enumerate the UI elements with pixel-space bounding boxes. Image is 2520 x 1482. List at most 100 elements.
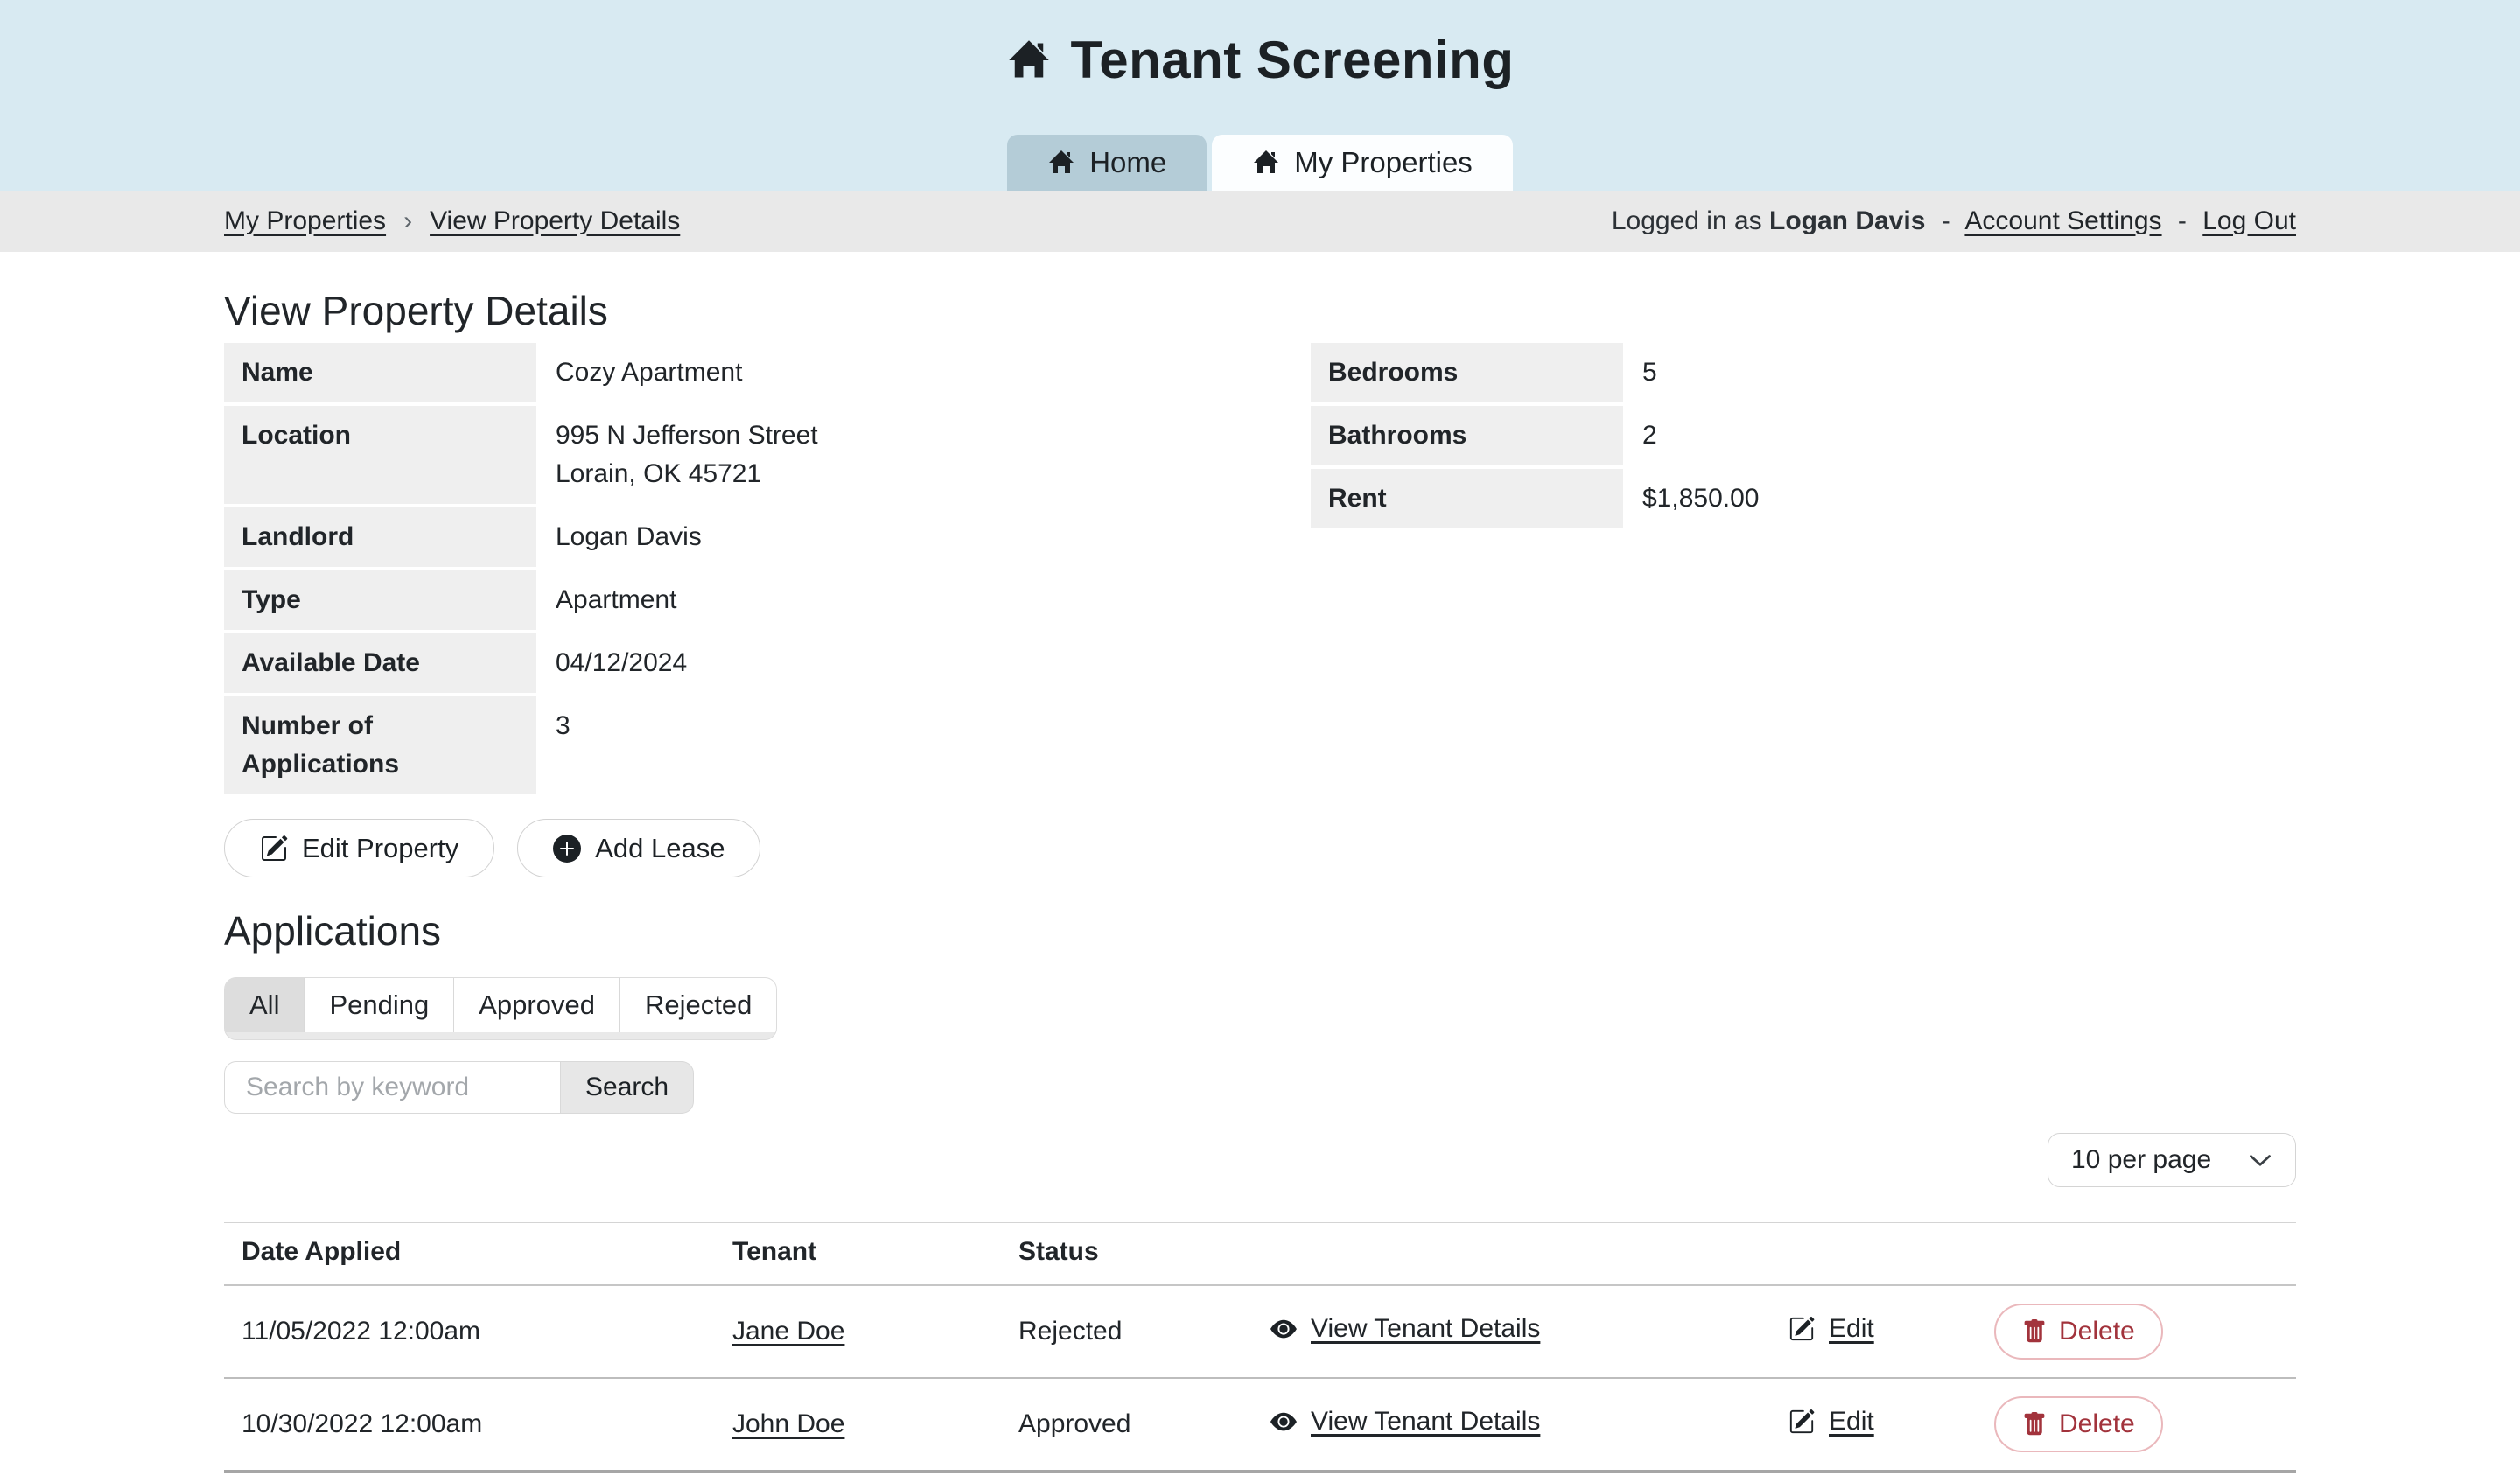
status-filter-group: All Pending Approved Rejected	[224, 977, 777, 1040]
detail-label: Number of Applications	[224, 696, 536, 794]
detail-label: Landlord	[224, 507, 536, 567]
detail-value: Logan Davis	[536, 507, 702, 567]
detail-label: Name	[224, 343, 536, 402]
eye-icon	[1270, 1409, 1297, 1435]
status-text: Rejected	[1018, 1285, 1270, 1378]
pencil-square-icon	[260, 835, 288, 863]
per-page-row: 10 per page	[224, 1133, 2296, 1187]
detail-value: 2	[1623, 406, 1657, 465]
edit-link[interactable]: Edit	[1788, 1407, 1874, 1437]
detail-row: Location 995 N Jefferson Street Lorain, …	[224, 406, 1260, 504]
applications-table: Date Applied Tenant Status 11/05/2022 12…	[224, 1222, 2296, 1482]
house-icon	[1006, 38, 1052, 83]
tenant-link[interactable]: John Doe	[732, 1409, 844, 1438]
detail-value: $1,850.00	[1623, 469, 1759, 528]
breadcrumb-my-properties[interactable]: My Properties	[224, 206, 386, 235]
detail-value: 5	[1623, 343, 1657, 402]
column-status: Status	[1018, 1223, 1270, 1286]
logged-in-text: Logged in as	[1612, 206, 1762, 235]
user-name: Logan Davis	[1769, 206, 1925, 235]
search-button[interactable]: Search	[561, 1061, 694, 1114]
tab-my-properties[interactable]: My Properties	[1212, 135, 1513, 191]
app-header: Tenant Screening Home My Properties	[0, 0, 2520, 191]
detail-label: Location	[224, 406, 536, 504]
edit-link[interactable]: Edit	[1788, 1314, 1874, 1344]
view-tenant-details-link[interactable]: View Tenant Details	[1270, 1314, 1540, 1344]
house-icon	[1047, 149, 1075, 177]
dash: -	[2178, 206, 2187, 235]
table-header-row: Date Applied Tenant Status	[224, 1223, 2296, 1286]
filter-rejected[interactable]: Rejected	[620, 978, 776, 1032]
log-out-link[interactable]: Log Out	[2202, 206, 2296, 235]
property-details-left: Name Cozy Apartment Location 995 N Jeffe…	[224, 343, 1260, 798]
tab-label: Home	[1089, 146, 1166, 179]
property-details: Name Cozy Apartment Location 995 N Jeffe…	[224, 343, 2296, 798]
filter-all[interactable]: All	[225, 978, 304, 1032]
detail-label: Bedrooms	[1311, 343, 1623, 402]
detail-row: Landlord Logan Davis	[224, 507, 1260, 567]
tenant-link[interactable]: Jane Doe	[732, 1317, 844, 1346]
plus-circle-icon	[553, 835, 581, 863]
account-area: Logged in as Logan Davis - Account Setti…	[1612, 206, 2296, 236]
dash: -	[1942, 206, 1950, 235]
eye-icon	[1270, 1316, 1297, 1342]
property-actions: Edit Property Add Lease	[224, 819, 2296, 877]
filter-pending[interactable]: Pending	[304, 978, 453, 1032]
detail-value: 995 N Jefferson Street Lorain, OK 45721	[536, 406, 818, 504]
detail-row: Available Date 04/12/2024	[224, 633, 1260, 693]
column-actions	[1270, 1223, 1788, 1286]
date-applied-cell: 10/15/2022 12:00am	[224, 1472, 732, 1482]
delete-button[interactable]: Delete	[1994, 1304, 2163, 1360]
house-icon	[1252, 149, 1280, 177]
status-text: Pending	[1018, 1472, 1270, 1482]
per-page-value: 10 per page	[2071, 1145, 2211, 1175]
main-tabs: Home My Properties	[1007, 135, 1513, 191]
view-tenant-details-link[interactable]: View Tenant Details	[1270, 1407, 1540, 1437]
detail-value: Apartment	[536, 570, 676, 630]
edit-property-button[interactable]: Edit Property	[224, 819, 494, 877]
detail-label: Rent	[1311, 469, 1623, 528]
detail-row: Name Cozy Apartment	[224, 343, 1260, 402]
account-settings-link[interactable]: Account Settings	[1964, 206, 2161, 235]
chevron-down-icon	[2248, 1148, 2272, 1172]
pencil-square-icon	[1788, 1409, 1815, 1435]
date-applied-cell: 11/05/2022 12:00am	[224, 1285, 732, 1378]
detail-row: Bathrooms 2	[1311, 406, 2296, 465]
trash-icon	[2022, 1319, 2047, 1344]
breadcrumb-view-property-details[interactable]: View Property Details	[430, 206, 680, 235]
page-title: Tenant Screening	[1006, 30, 1515, 90]
address-line-2: Lorain, OK 45721	[556, 455, 818, 493]
column-actions	[1788, 1223, 1994, 1286]
edit-label: Edit	[1829, 1314, 1874, 1344]
column-actions	[1994, 1223, 2296, 1286]
column-tenant: Tenant	[732, 1223, 1018, 1286]
view-tenant-details-label: View Tenant Details	[1311, 1407, 1540, 1437]
per-page-select[interactable]: 10 per page	[2048, 1133, 2296, 1187]
breadcrumb-separator: ›	[403, 206, 412, 235]
breadcrumb: My Properties › View Property Details	[224, 206, 680, 236]
search-row: Search	[224, 1061, 2296, 1114]
tab-home[interactable]: Home	[1007, 135, 1207, 191]
delete-button[interactable]: Delete	[1994, 1396, 2163, 1452]
detail-row: Number of Applications 3	[224, 696, 1260, 794]
view-property-details-heading: View Property Details	[224, 289, 2296, 332]
column-date-applied: Date Applied	[224, 1223, 732, 1286]
topbar: My Properties › View Property Details Logg…	[0, 191, 2520, 252]
edit-property-label: Edit Property	[302, 833, 458, 864]
edit-label: Edit	[1829, 1407, 1874, 1437]
detail-label: Available Date	[224, 633, 536, 693]
app-title-text: Tenant Screening	[1071, 30, 1515, 90]
detail-label: Bathrooms	[1311, 406, 1623, 465]
pencil-square-icon	[1788, 1316, 1815, 1342]
detail-row: Bedrooms 5	[1311, 343, 2296, 402]
detail-row: Type Apartment	[224, 570, 1260, 630]
search-input[interactable]	[224, 1061, 561, 1114]
address-line-1: 995 N Jefferson Street	[556, 416, 818, 455]
applications-heading: Applications	[224, 909, 2296, 953]
add-lease-button[interactable]: Add Lease	[517, 819, 760, 877]
trash-icon	[2022, 1412, 2047, 1437]
filter-approved[interactable]: Approved	[453, 978, 620, 1032]
detail-value: Cozy Apartment	[536, 343, 742, 402]
detail-value: 3	[536, 696, 570, 794]
view-tenant-details-label: View Tenant Details	[1311, 1314, 1540, 1344]
